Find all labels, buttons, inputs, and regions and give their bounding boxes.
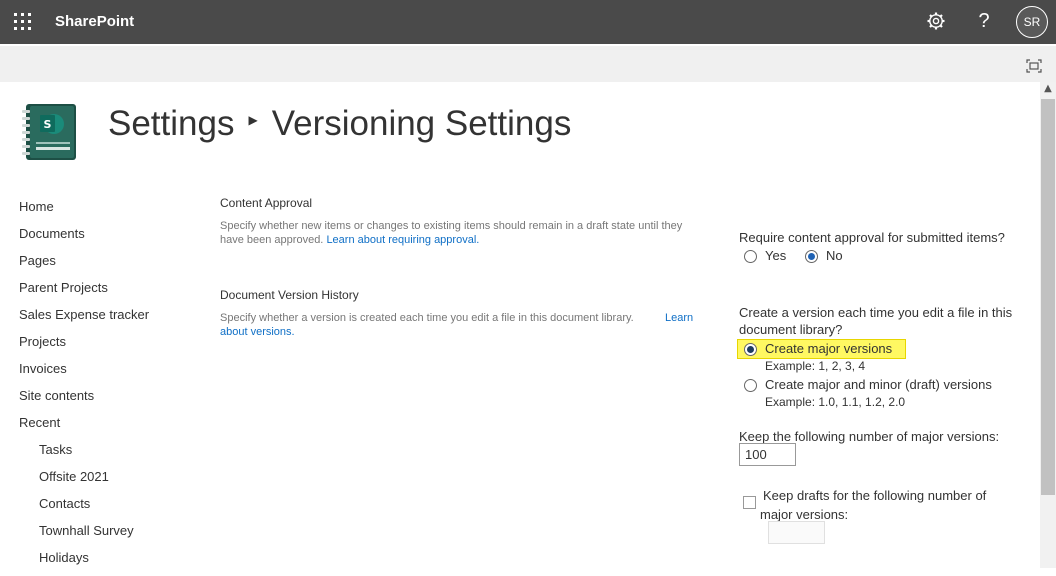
nav-item-recent[interactable]: Recent (19, 414, 199, 441)
svg-text:S: S (44, 118, 52, 131)
create-major-minor-versions-label[interactable]: Create major and minor (draft) versions (765, 377, 992, 392)
learn-about-approval-link[interactable]: Learn about requiring approval. (326, 234, 479, 246)
major-minor-versions-example: Example: 1.0, 1.1, 1.2, 2.0 (765, 395, 906, 409)
major-versions-count-input[interactable]: 100 (739, 443, 796, 466)
site-logo-icon[interactable]: S (18, 100, 82, 164)
nav-subitem-tasks[interactable]: Tasks (19, 441, 199, 468)
breadcrumb-settings-link[interactable]: Settings (108, 104, 234, 143)
version-history-heading: Document Version History (220, 288, 359, 302)
help-icon[interactable]: ? (975, 9, 993, 33)
version-history-description-line1: Specify whether a version is created eac… (220, 311, 634, 325)
scroll-up-arrow-icon[interactable]: ▲ (1043, 84, 1053, 94)
nav-item-parent-projects[interactable]: Parent Projects (19, 279, 199, 306)
approval-no-radio[interactable] (805, 250, 818, 263)
keep-drafts-checkbox[interactable] (743, 496, 756, 509)
settings-gear-icon[interactable] (926, 11, 946, 31)
nav-item-sales-expense-tracker[interactable]: Sales Expense tracker (19, 306, 199, 333)
nav-item-projects[interactable]: Projects (19, 333, 199, 360)
approval-no-label[interactable]: No (826, 248, 843, 263)
approval-yes-radio[interactable] (744, 250, 757, 263)
nav-subitem-holidays[interactable]: Holidays (19, 549, 199, 576)
ribbon-bar (0, 46, 1056, 82)
focus-on-content-icon[interactable] (1026, 58, 1042, 73)
brand-name[interactable]: SharePoint (55, 13, 134, 30)
create-major-versions-label[interactable]: Create major versions (765, 341, 892, 356)
nav-item-invoices[interactable]: Invoices (19, 360, 199, 387)
nav-subitem-contacts[interactable]: Contacts (19, 495, 199, 522)
learn-about-versions-link[interactable]: Learn (665, 311, 693, 325)
user-avatar[interactable]: SR (1016, 6, 1048, 38)
nav-item-pages[interactable]: Pages (19, 252, 199, 279)
version-history-description-text: Specify whether a version is created eac… (220, 312, 634, 324)
approval-yes-label[interactable]: Yes (765, 248, 786, 263)
scrollbar-thumb[interactable] (1041, 99, 1055, 495)
draft-versions-count-input[interactable] (768, 521, 825, 544)
nav-subitem-offsite-2021[interactable]: Offsite 2021 (19, 468, 199, 495)
learn-about-versions-link-cont[interactable]: about versions. (220, 325, 295, 339)
nav-subitem-townhall-survey[interactable]: Townhall Survey (19, 522, 199, 549)
nav-item-site-contents[interactable]: Site contents (19, 387, 199, 414)
left-navigation: Home Documents Pages Parent Projects Sal… (19, 198, 199, 576)
page-title-breadcrumb: Settings ▶ Versioning Settings (108, 102, 571, 150)
keep-drafts-label-line1: Keep drafts for the following number of (763, 488, 987, 503)
breadcrumb-separator-icon: ▶ (248, 112, 258, 127)
suite-bar: SharePoint ? SR (0, 0, 1056, 44)
nav-item-home[interactable]: Home (19, 198, 199, 225)
version-question-line2: document library? (739, 322, 843, 337)
create-major-minor-versions-radio[interactable] (744, 379, 757, 392)
content-approval-question: Require content approval for submitted i… (739, 230, 1005, 245)
nav-item-documents[interactable]: Documents (19, 225, 199, 252)
content-approval-description: Specify whether new items or changes to … (220, 219, 700, 247)
major-versions-example: Example: 1, 2, 3, 4 (765, 359, 866, 373)
content-approval-heading: Content Approval (220, 196, 313, 210)
create-major-versions-radio[interactable] (744, 343, 757, 356)
app-launcher-waffle-icon[interactable] (14, 13, 31, 30)
version-question-line1: Create a version each time you edit a fi… (739, 305, 1013, 320)
page-title: Versioning Settings (271, 103, 572, 143)
